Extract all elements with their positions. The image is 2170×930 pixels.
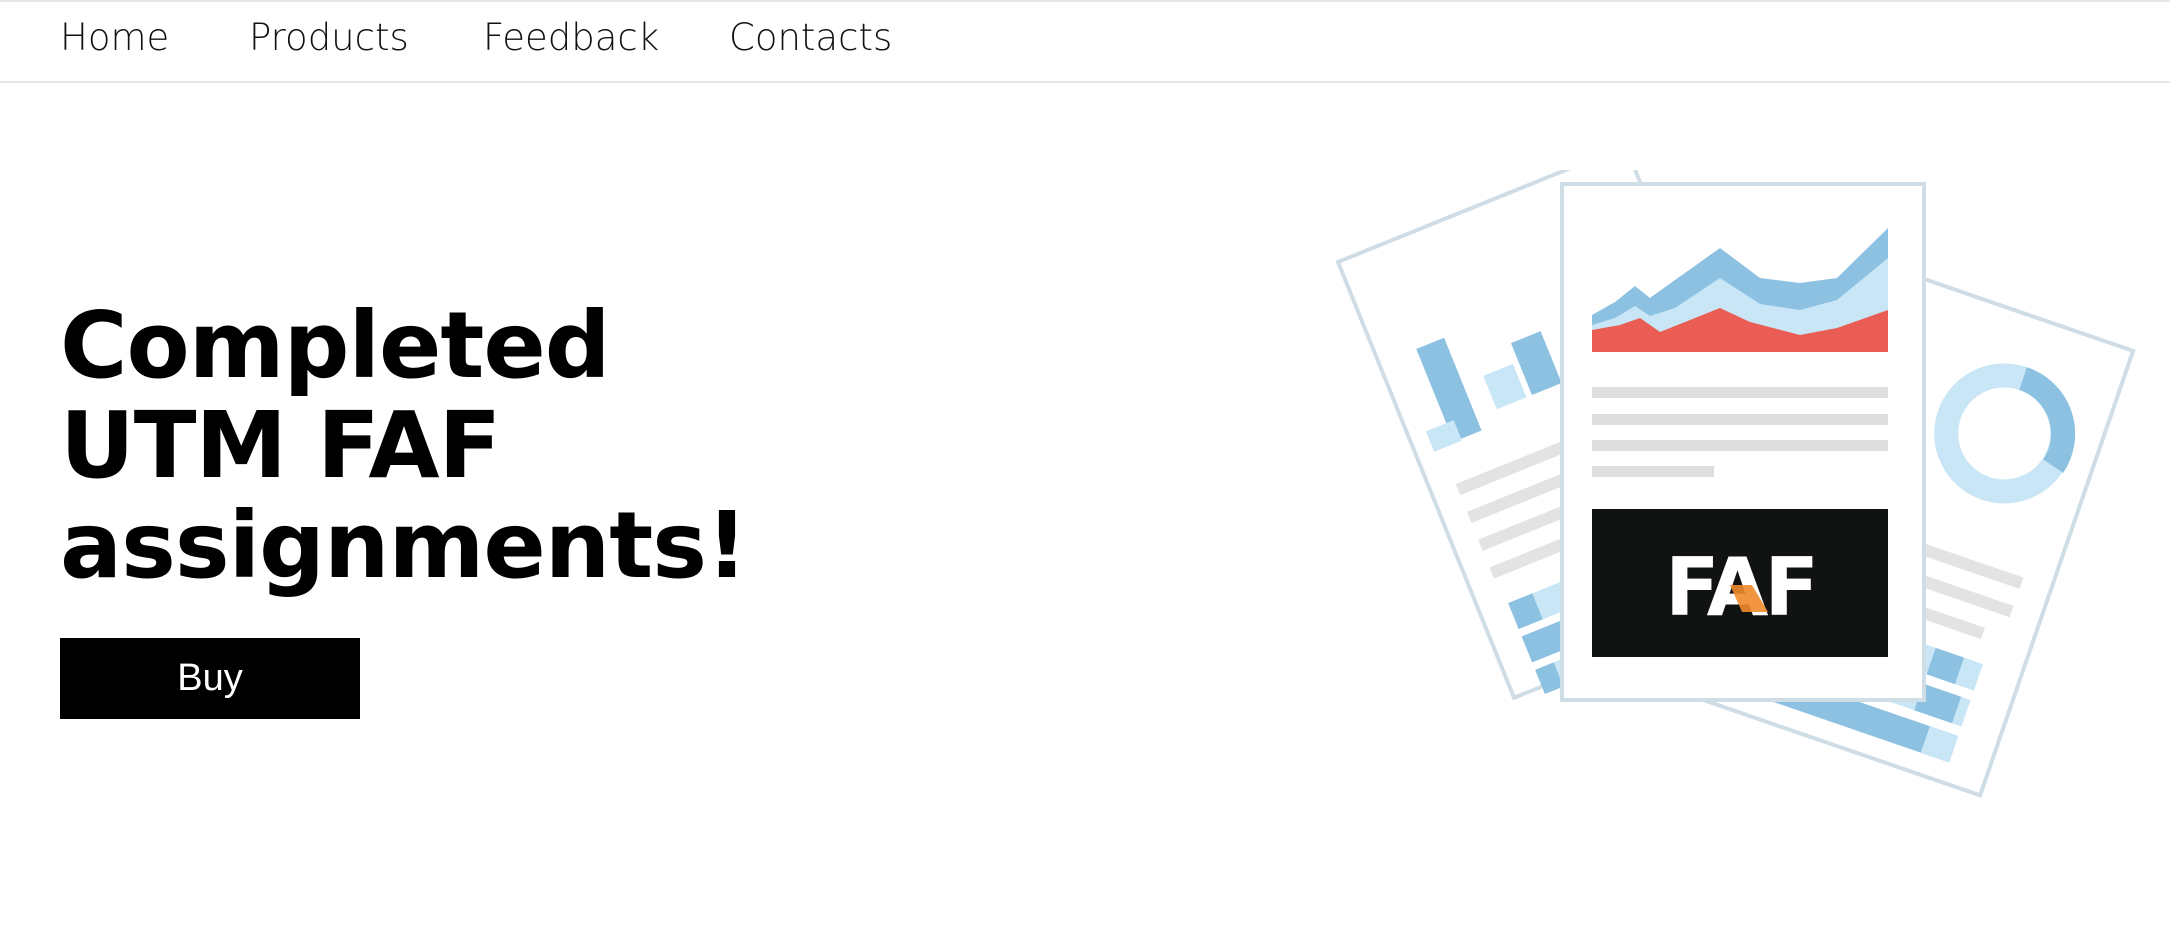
text-line [1592, 466, 1714, 477]
hero-title: Completed UTM FAF assignments! [60, 292, 748, 599]
text-line [1592, 387, 1888, 398]
hero-title-line: UTM FAF [60, 392, 501, 499]
text-line [1592, 440, 1888, 451]
documents-illustration: FAF [1335, 170, 2136, 798]
hero-title-line: Completed [60, 292, 611, 399]
center-document: FAF [1560, 182, 1926, 702]
nav-contacts-link[interactable]: Contacts [729, 16, 892, 59]
nav-products-link[interactable]: Products [249, 16, 409, 59]
buy-button[interactable]: Buy [60, 638, 360, 719]
hero-title-line: assignments! [60, 492, 748, 599]
top-navigation: Home Products Feedback Contacts [0, 0, 2170, 83]
nav-home-link[interactable]: Home [60, 16, 169, 59]
text-line [1592, 414, 1888, 425]
nav-feedback-link[interactable]: Feedback [483, 16, 659, 59]
